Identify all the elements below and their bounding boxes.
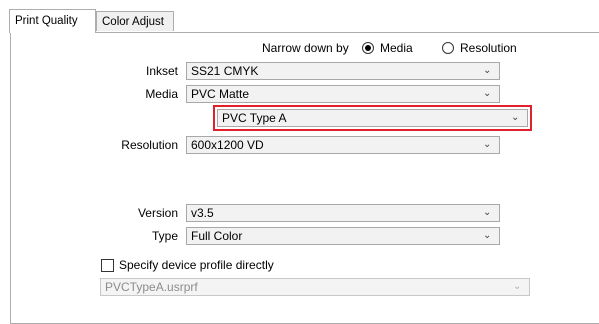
resolution-label: Resolution (121, 138, 178, 152)
version-value: v3.5 (191, 206, 214, 220)
device-profile-value: PVCTypeA.usrprf (105, 280, 198, 294)
version-label: Version (137, 206, 178, 220)
media-value: PVC Matte (191, 87, 250, 101)
inkset-label: Inkset (145, 64, 178, 78)
chevron-down-icon: ⌄ (483, 65, 492, 76)
radio-media-label[interactable]: Media (380, 41, 413, 55)
type-select[interactable]: Full Color ⌄ (186, 227, 500, 245)
version-select[interactable]: v3.5 ⌄ (186, 204, 500, 222)
type-value: Full Color (191, 229, 243, 243)
chevron-down-icon: ⌄ (483, 230, 492, 241)
media-type-select[interactable]: PVC Type A ⌄ (217, 109, 528, 127)
type-label: Type (151, 229, 178, 243)
resolution-select[interactable]: 600x1200 VD ⌄ (186, 136, 500, 154)
radio-media[interactable] (362, 42, 374, 54)
radio-resolution-label[interactable]: Resolution (460, 41, 517, 55)
chevron-down-icon: ⌄ (511, 112, 520, 123)
chevron-down-icon: ⌄ (513, 281, 522, 292)
resolution-value: 600x1200 VD (191, 138, 264, 152)
device-profile-select[interactable]: PVCTypeA.usrprf ⌄ (100, 278, 530, 296)
tab-print-quality[interactable]: Print Quality (9, 9, 96, 33)
chevron-down-icon: ⌄ (483, 88, 492, 99)
device-profile-label[interactable]: Specify device profile directly (119, 258, 274, 272)
inkset-value: SS21 CMYK (191, 64, 259, 78)
media-type-value: PVC Type A (222, 111, 287, 125)
media-select[interactable]: PVC Matte ⌄ (186, 85, 500, 103)
narrow-down-label: Narrow down by (262, 41, 349, 55)
chevron-down-icon: ⌄ (483, 207, 492, 218)
radio-resolution[interactable] (442, 42, 454, 54)
chevron-down-icon: ⌄ (483, 139, 492, 150)
tab-color-adjust[interactable]: Color Adjust (96, 11, 174, 31)
media-label: Media (145, 87, 178, 101)
tab-strip: Print Quality Color Adjust (0, 0, 599, 33)
radio-selected-dot (365, 45, 371, 51)
device-profile-checkbox[interactable] (101, 259, 114, 272)
inkset-select[interactable]: SS21 CMYK ⌄ (186, 62, 500, 80)
